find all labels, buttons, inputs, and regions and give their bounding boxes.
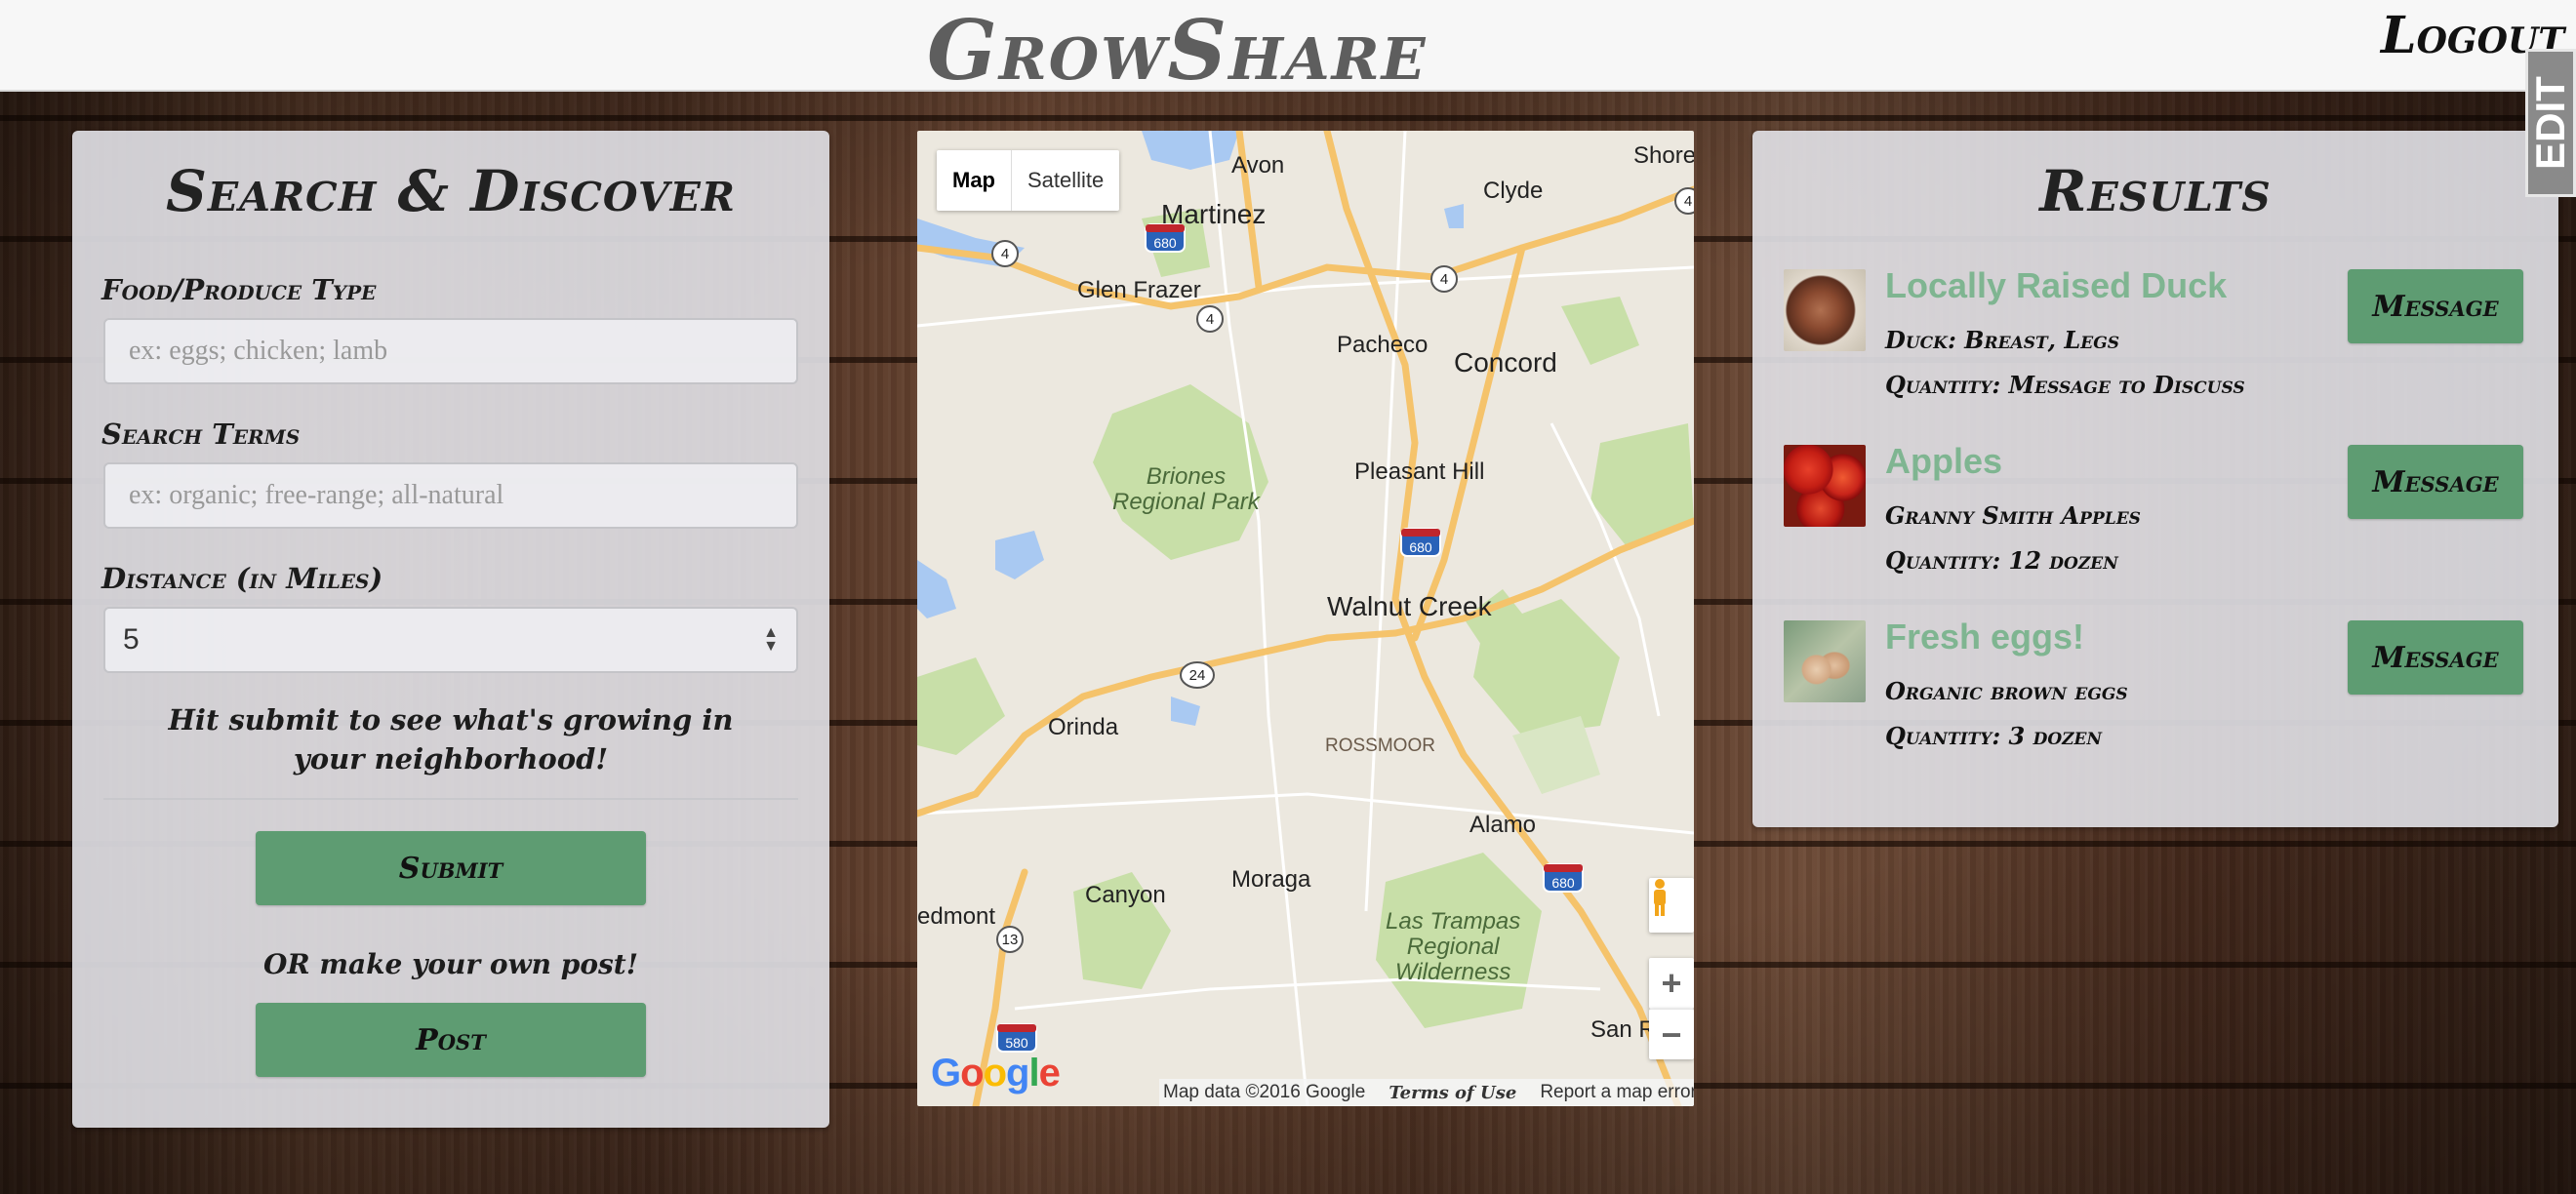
message-button[interactable]: Message: [2348, 269, 2523, 343]
message-button[interactable]: Message: [2348, 620, 2523, 695]
result-detail: Duck: Breast, Legs: [1885, 326, 2119, 354]
or-post-text: OR make your own post!: [262, 948, 639, 980]
place-concord: Concord: [1454, 347, 1557, 378]
shield-4-b: 4: [1206, 311, 1214, 328]
result-detail: Granny Smith Apples: [1885, 501, 2141, 530]
divider: [103, 798, 798, 800]
place-briones: Briones Regional Park: [1112, 463, 1260, 515]
result-quantity: Quantity: Message to Discuss: [1885, 371, 2245, 399]
search-hint: Hit submit to see what's growing in your…: [168, 703, 734, 776]
search-title: Search & Discover: [166, 158, 736, 224]
edit-tab-label: EDIT: [2527, 76, 2574, 170]
google-logo: Google: [931, 1052, 1061, 1094]
shield-580: 580: [1005, 1035, 1028, 1051]
place-orinda: Orinda: [1048, 714, 1119, 740]
terms-of-use-link[interactable]: Terms of Use: [1389, 1083, 1516, 1103]
report-map-error-link[interactable]: Report a map error: [1540, 1082, 1694, 1103]
search-terms-label: Search Terms: [101, 418, 301, 451]
post-button[interactable]: Post: [256, 1003, 646, 1077]
results-panel: Results Locally Raised Duck Duck: Breast…: [1752, 131, 2558, 827]
food-type-label: Food/Produce Type: [101, 273, 377, 306]
place-piedmont: edmont: [917, 903, 996, 930]
place-glen-frazer: Glen Frazer: [1077, 277, 1201, 303]
result-item: Locally Raised Duck Duck: Breast, Legs Q…: [1784, 265, 2535, 416]
top-navbar: GrowShare Logout: [0, 0, 2576, 99]
place-moraga: Moraga: [1231, 866, 1311, 893]
result-quantity: Quantity: 3 dozen: [1885, 722, 2103, 750]
submit-button[interactable]: Submit: [256, 831, 646, 905]
result-title[interactable]: Apples: [1885, 441, 2002, 482]
results-title: Results: [2039, 158, 2272, 224]
shield-680-b: 680: [1409, 539, 1432, 555]
place-pleasant-hill: Pleasant Hill: [1354, 458, 1485, 485]
place-martinez: Martinez: [1161, 199, 1267, 229]
eggs-thumbnail: [1784, 620, 1866, 702]
map-footer: Map data ©2016 Google Terms of Use Repor…: [1159, 1079, 1694, 1106]
map-view[interactable]: 4 4 4 4 24 13 680 680 680 580 Map Satell…: [917, 131, 1694, 1106]
select-arrows-icon: ▲ ▼: [763, 624, 779, 655]
distance-label: Distance (in Miles): [101, 562, 383, 595]
duck-thumbnail: [1784, 269, 1866, 351]
distance-value: 5: [123, 623, 140, 656]
message-button[interactable]: Message: [2348, 445, 2523, 519]
result-item: Apples Granny Smith Apples Quantity: 12 …: [1784, 441, 2535, 591]
map-type-map-button[interactable]: Map: [937, 150, 1012, 211]
place-clyde: Clyde: [1483, 178, 1544, 204]
shield-4-d: 4: [1684, 193, 1692, 210]
place-alamo: Alamo: [1469, 812, 1537, 838]
place-walnut-creek: Walnut Creek: [1327, 591, 1492, 621]
result-item: Fresh eggs! Organic brown eggs Quantity:…: [1784, 617, 2535, 767]
result-title[interactable]: Locally Raised Duck: [1885, 265, 2227, 306]
place-avon: Avon: [1231, 152, 1285, 179]
shield-24: 24: [1189, 667, 1206, 684]
place-shore: Shore: [1633, 142, 1694, 169]
map-type-satellite-button[interactable]: Satellite: [1012, 150, 1119, 211]
place-las-trampas: Las Trampas Regional Wilderness: [1386, 908, 1521, 985]
place-rossmoor: ROSSMOOR: [1325, 736, 1435, 756]
map-canvas: 4 4 4 4 24 13 680 680 680 580: [917, 131, 1694, 1106]
food-type-input[interactable]: [103, 318, 798, 384]
shield-680-a: 680: [1153, 235, 1177, 251]
shield-4-a: 4: [1001, 246, 1009, 262]
brand-logo[interactable]: GrowShare: [927, 2, 1426, 99]
zoom-in-button[interactable]: +: [1649, 958, 1694, 1009]
place-pacheco: Pacheco: [1337, 332, 1429, 358]
result-quantity: Quantity: 12 dozen: [1885, 546, 2118, 575]
zoom-out-button[interactable]: −: [1649, 1009, 1694, 1059]
shield-13: 13: [1002, 932, 1019, 948]
map-data-credit: Map data ©2016 Google: [1163, 1082, 1366, 1102]
shield-4-c: 4: [1440, 271, 1448, 288]
search-panel: Search & Discover Food/Produce Type Sear…: [72, 131, 829, 1128]
result-detail: Organic brown eggs: [1885, 677, 2128, 705]
edit-tab[interactable]: EDIT: [2525, 49, 2576, 197]
search-terms-input[interactable]: [103, 462, 798, 529]
result-title[interactable]: Fresh eggs!: [1885, 617, 2084, 657]
place-canyon: Canyon: [1085, 882, 1166, 908]
map-type-control: Map Satellite: [937, 150, 1120, 211]
distance-select[interactable]: 5 ▲ ▼: [103, 607, 798, 673]
street-view-pegman-icon[interactable]: [1649, 878, 1694, 933]
shield-680-c: 680: [1551, 875, 1575, 891]
apples-thumbnail: [1784, 445, 1866, 527]
